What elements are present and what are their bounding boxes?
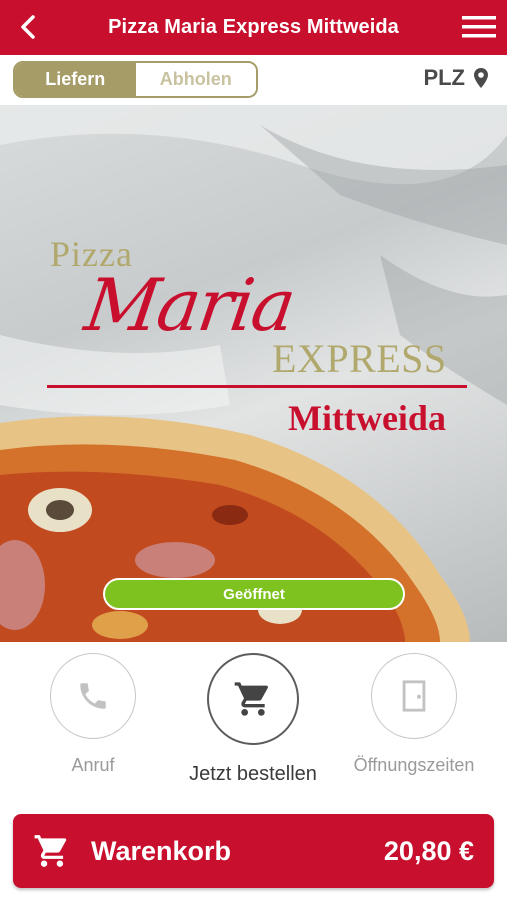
cart-label: Warenkorb — [91, 835, 232, 866]
logo-divider — [47, 385, 467, 388]
logo-express-text: EXPRESS — [272, 336, 447, 381]
phone-icon — [80, 683, 106, 709]
cart-total: 20,80 € — [383, 835, 474, 866]
door-icon — [402, 680, 426, 712]
back-button[interactable] — [14, 12, 44, 42]
logo-maria-text: Maria — [80, 263, 299, 347]
opening-hours-label: Öffnungszeiten — [353, 755, 475, 775]
logo-city-text: Mittweida — [288, 398, 446, 438]
hero-banner: Pizza Maria EXPRESS Mittweida Geöffnet — [0, 105, 507, 642]
page-title: Pizza Maria Express Mittweida — [108, 16, 399, 38]
chevron-left-icon — [21, 15, 35, 39]
app-header: Pizza Maria Express Mittweida — [0, 0, 507, 55]
tab-liefern[interactable]: Liefern — [15, 63, 136, 96]
order-action: Jetzt bestellen — [189, 653, 317, 786]
call-action: Anruf — [50, 653, 136, 776]
hamburger-menu-icon — [462, 16, 496, 38]
menu-button[interactable] — [461, 12, 497, 42]
plz-button[interactable]: PLZ — [423, 65, 489, 91]
tab-abholen[interactable]: Abholen — [135, 63, 256, 96]
plz-label: PLZ — [423, 65, 465, 90]
call-button[interactable] — [50, 653, 136, 739]
opening-hours-button[interactable] — [371, 653, 457, 739]
order-now-button[interactable] — [207, 653, 299, 745]
cart-bar-button[interactable]: Warenkorb 20,80 € — [13, 814, 494, 888]
hours-action: Öffnungszeiten — [354, 653, 474, 776]
location-pin-icon — [474, 68, 488, 88]
call-label: Anruf — [71, 755, 115, 775]
delivery-mode-toggle: Liefern Abholen — [13, 61, 258, 98]
open-status-badge: Geöffnet — [103, 578, 405, 610]
cart-icon — [34, 835, 67, 867]
order-now-label: Jetzt bestellen — [189, 763, 317, 785]
delivery-bar: Liefern Abholen PLZ — [0, 55, 507, 105]
cart-icon — [234, 682, 268, 716]
